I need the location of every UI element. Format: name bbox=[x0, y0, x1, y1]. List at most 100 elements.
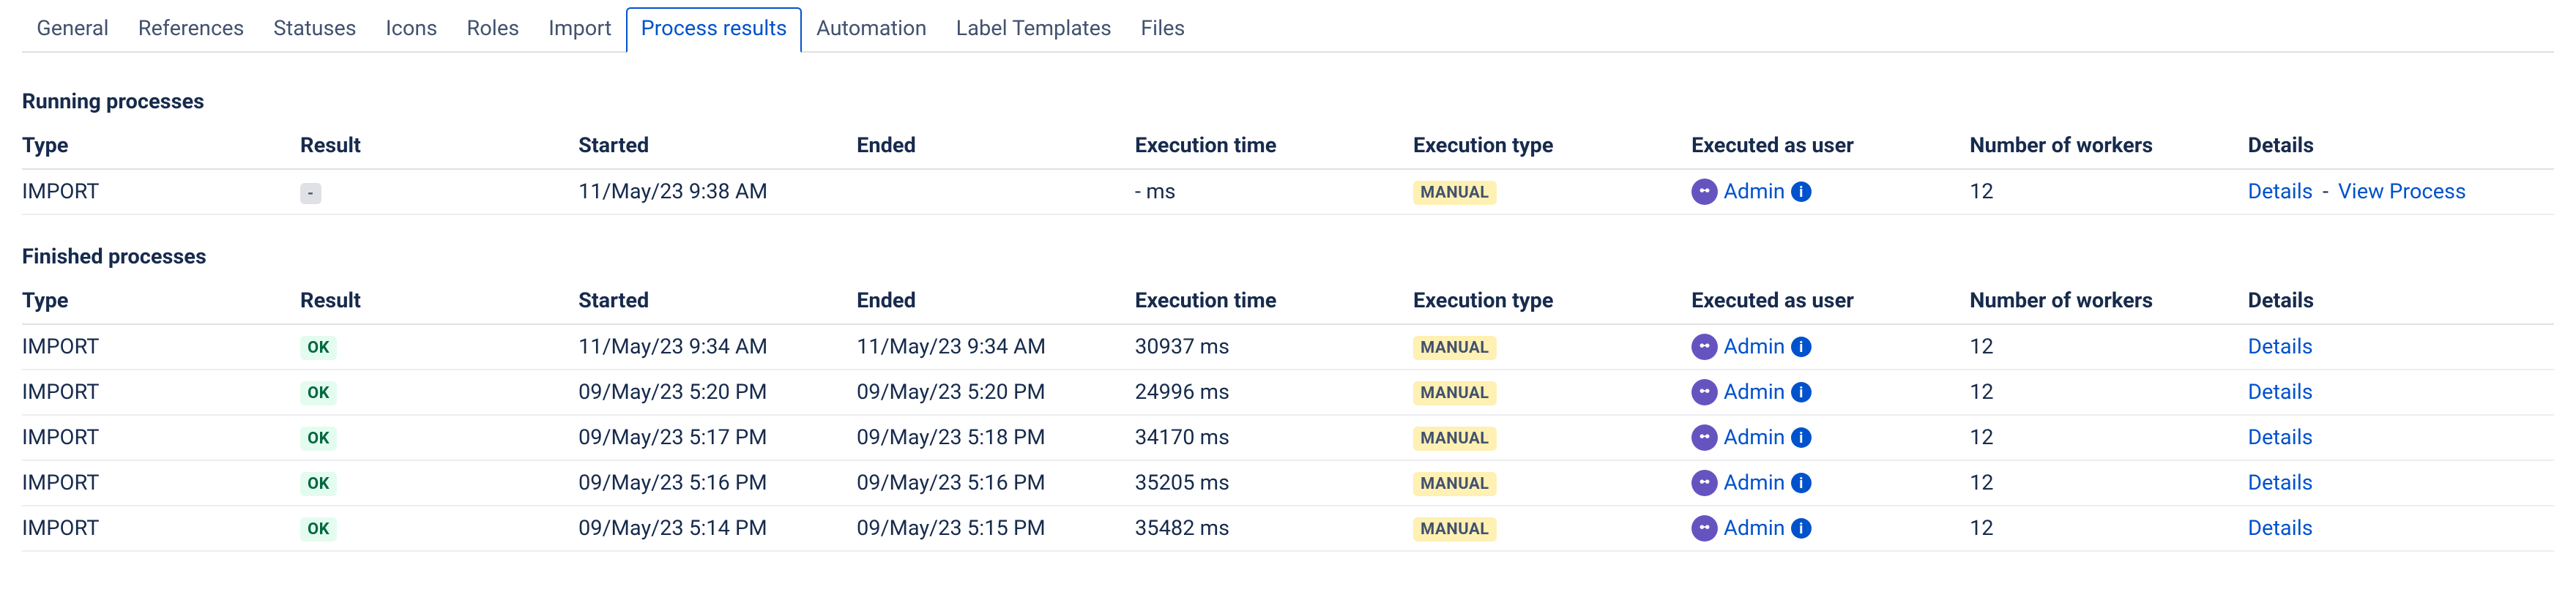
tab-references[interactable]: References bbox=[124, 7, 259, 53]
exec-type-badge: MANUAL bbox=[1413, 381, 1497, 405]
cell-user: Admin i bbox=[1691, 506, 1970, 551]
cell-started: 11/May/23 9:34 AM bbox=[578, 324, 857, 370]
cell-details: Details bbox=[2248, 460, 2554, 506]
col-header-started: Started bbox=[578, 278, 857, 324]
cell-result: OK bbox=[300, 460, 578, 506]
col-header-ended: Ended bbox=[857, 278, 1135, 324]
info-icon[interactable]: i bbox=[1791, 181, 1812, 202]
tab-bar: General References Statuses Icons Roles … bbox=[22, 7, 2554, 53]
tab-general[interactable]: General bbox=[22, 7, 124, 53]
cell-user: Admin i bbox=[1691, 169, 1970, 214]
cell-result: OK bbox=[300, 324, 578, 370]
details-link[interactable]: Details bbox=[2248, 516, 2313, 541]
details-link[interactable]: Details bbox=[2248, 471, 2313, 495]
separator: - bbox=[2318, 179, 2333, 204]
tab-roles[interactable]: Roles bbox=[452, 7, 534, 53]
cell-result: OK bbox=[300, 370, 578, 415]
exec-type-badge: MANUAL bbox=[1413, 517, 1497, 542]
details-link[interactable]: Details bbox=[2248, 425, 2313, 450]
cell-exec-time: 35205 ms bbox=[1135, 460, 1413, 506]
cell-exec-type: MANUAL bbox=[1413, 460, 1691, 506]
tab-process-results[interactable]: Process results bbox=[626, 7, 801, 53]
info-icon[interactable]: i bbox=[1791, 427, 1812, 448]
cell-type: IMPORT bbox=[22, 506, 300, 551]
cell-started: 09/May/23 5:20 PM bbox=[578, 370, 857, 415]
cell-workers: 12 bbox=[1970, 169, 2248, 214]
status-badge-ok: OK bbox=[300, 427, 337, 451]
cell-details: Details bbox=[2248, 506, 2554, 551]
avatar-icon bbox=[1691, 334, 1718, 360]
col-header-exec-type: Execution type bbox=[1413, 278, 1691, 324]
avatar-icon bbox=[1691, 424, 1718, 451]
exec-type-badge: MANUAL bbox=[1413, 427, 1497, 451]
cell-result: OK bbox=[300, 415, 578, 460]
cell-exec-type: MANUAL bbox=[1413, 415, 1691, 460]
cell-exec-type: MANUAL bbox=[1413, 370, 1691, 415]
cell-type: IMPORT bbox=[22, 370, 300, 415]
running-processes-title: Running processes bbox=[22, 89, 2554, 114]
user-link[interactable]: Admin bbox=[1724, 425, 1785, 450]
cell-result: - bbox=[300, 169, 578, 214]
avatar-icon bbox=[1691, 379, 1718, 405]
info-icon[interactable]: i bbox=[1791, 382, 1812, 402]
col-header-exec-type: Execution type bbox=[1413, 123, 1691, 169]
cell-exec-time: 24996 ms bbox=[1135, 370, 1413, 415]
cell-started: 11/May/23 9:38 AM bbox=[578, 169, 857, 214]
details-link[interactable]: Details bbox=[2248, 380, 2313, 405]
tab-import[interactable]: Import bbox=[534, 7, 626, 53]
info-icon[interactable]: i bbox=[1791, 518, 1812, 539]
cell-type: IMPORT bbox=[22, 324, 300, 370]
status-badge-ok: OK bbox=[300, 381, 337, 405]
status-badge-pending: - bbox=[300, 183, 321, 204]
cell-details: Details - View Process bbox=[2248, 169, 2554, 214]
user-link[interactable]: Admin bbox=[1724, 380, 1785, 405]
cell-started: 09/May/23 5:14 PM bbox=[578, 506, 857, 551]
tab-files[interactable]: Files bbox=[1126, 7, 1199, 53]
cell-workers: 12 bbox=[1970, 415, 2248, 460]
user-link[interactable]: Admin bbox=[1724, 334, 1785, 359]
col-header-exec-time: Execution time bbox=[1135, 278, 1413, 324]
tab-statuses[interactable]: Statuses bbox=[258, 7, 371, 53]
cell-details: Details bbox=[2248, 415, 2554, 460]
user-link[interactable]: Admin bbox=[1724, 516, 1785, 541]
col-header-type: Type bbox=[22, 123, 300, 169]
view-process-link[interactable]: View Process bbox=[2338, 179, 2466, 204]
cell-exec-type: MANUAL bbox=[1413, 169, 1691, 214]
col-header-exec-time: Execution time bbox=[1135, 123, 1413, 169]
cell-type: IMPORT bbox=[22, 169, 300, 214]
exec-type-badge: MANUAL bbox=[1413, 181, 1497, 205]
cell-ended: 11/May/23 9:34 AM bbox=[857, 324, 1135, 370]
avatar-icon bbox=[1691, 179, 1718, 205]
finished-processes-table: Type Result Started Ended Execution time… bbox=[22, 278, 2554, 552]
cell-user: Admin i bbox=[1691, 370, 1970, 415]
cell-exec-type: MANUAL bbox=[1413, 324, 1691, 370]
details-link[interactable]: Details bbox=[2248, 179, 2313, 204]
status-badge-ok: OK bbox=[300, 336, 337, 360]
cell-workers: 12 bbox=[1970, 370, 2248, 415]
cell-workers: 12 bbox=[1970, 324, 2248, 370]
user-link[interactable]: Admin bbox=[1724, 471, 1785, 495]
col-header-user: Executed as user bbox=[1691, 123, 1970, 169]
user-link[interactable]: Admin bbox=[1724, 179, 1785, 204]
cell-started: 09/May/23 5:17 PM bbox=[578, 415, 857, 460]
exec-type-badge: MANUAL bbox=[1413, 472, 1497, 496]
col-header-workers: Number of workers bbox=[1970, 278, 2248, 324]
info-icon[interactable]: i bbox=[1791, 473, 1812, 493]
info-icon[interactable]: i bbox=[1791, 337, 1812, 357]
cell-details: Details bbox=[2248, 324, 2554, 370]
tab-automation[interactable]: Automation bbox=[802, 7, 942, 53]
cell-ended: 09/May/23 5:16 PM bbox=[857, 460, 1135, 506]
details-link[interactable]: Details bbox=[2248, 334, 2313, 359]
avatar-icon bbox=[1691, 470, 1718, 496]
cell-started: 09/May/23 5:16 PM bbox=[578, 460, 857, 506]
col-header-user: Executed as user bbox=[1691, 278, 1970, 324]
cell-user: Admin i bbox=[1691, 460, 1970, 506]
cell-ended bbox=[857, 169, 1135, 214]
col-header-details: Details bbox=[2248, 278, 2554, 324]
cell-workers: 12 bbox=[1970, 460, 2248, 506]
col-header-ended: Ended bbox=[857, 123, 1135, 169]
tab-label-templates[interactable]: Label Templates bbox=[942, 7, 1126, 53]
cell-ended: 09/May/23 5:18 PM bbox=[857, 415, 1135, 460]
tab-icons[interactable]: Icons bbox=[371, 7, 453, 53]
cell-user: Admin i bbox=[1691, 324, 1970, 370]
